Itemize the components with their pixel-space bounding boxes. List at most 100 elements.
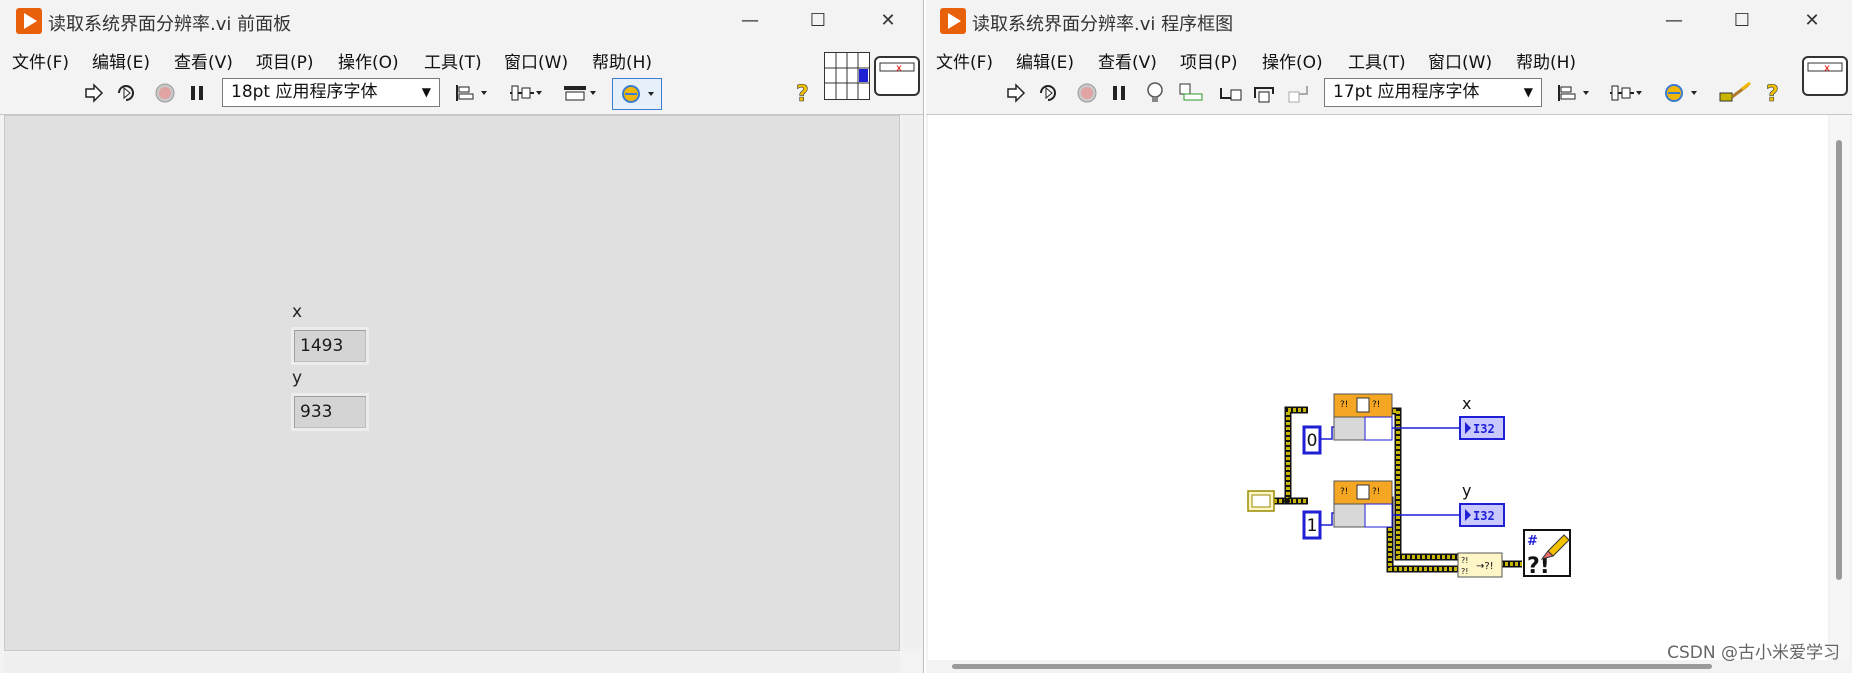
menu-file[interactable]: 文件(F) bbox=[936, 48, 993, 73]
menu-help[interactable]: 帮助(H) bbox=[1516, 48, 1576, 73]
run-arrow-icon[interactable] bbox=[82, 80, 106, 106]
app-refnum-constant[interactable] bbox=[1247, 490, 1275, 512]
highlight-execution-icon[interactable] bbox=[1142, 80, 1168, 106]
minimize-button[interactable]: — bbox=[1652, 4, 1696, 36]
merge-errors-node[interactable]: ?! ?! →?! bbox=[1457, 552, 1503, 578]
window-title: 读取系统界面分辨率.vi 前面板 bbox=[48, 14, 292, 35]
toolbar: 17pt 应用程序字体 ▼ ? bbox=[926, 74, 1852, 115]
indicator-y-label: y bbox=[292, 368, 303, 388]
menu-tools[interactable]: 工具(T) bbox=[424, 48, 482, 73]
node-glyph: ?! bbox=[1340, 487, 1348, 497]
chevron-down-icon: ▼ bbox=[1523, 85, 1533, 99]
svg-text:x: x bbox=[1824, 63, 1830, 74]
menu-view[interactable]: 查看(V) bbox=[1098, 48, 1157, 73]
error-handler-node[interactable]: # ?! bbox=[1523, 529, 1571, 579]
reorder-icon[interactable] bbox=[1658, 80, 1702, 106]
align-objects-icon[interactable] bbox=[1554, 80, 1594, 106]
menu-operate[interactable]: 操作(O) bbox=[1262, 48, 1323, 73]
maximize-button[interactable]: ☐ bbox=[796, 4, 840, 36]
help-icon[interactable]: ? bbox=[790, 80, 814, 106]
menu-window[interactable]: 窗口(W) bbox=[1428, 48, 1492, 73]
vi-icon[interactable]: x bbox=[1802, 56, 1848, 96]
font-select-value: 17pt 应用程序字体 bbox=[1333, 82, 1480, 102]
run-continuously-icon[interactable] bbox=[1036, 80, 1062, 106]
step-into-icon[interactable] bbox=[1216, 80, 1246, 106]
screen-resolution-node-x[interactable]: ?! ?! bbox=[1333, 393, 1393, 441]
menu-bar: 文件(F) 编辑(E) 查看(V) 项目(P) 操作(O) 工具(T) 窗口(W… bbox=[0, 44, 923, 74]
retain-wire-values-icon[interactable] bbox=[1176, 80, 1206, 106]
toolbar: 18pt 应用程序字体 ▼ ? bbox=[0, 74, 923, 115]
node-glyph: ?! bbox=[1340, 400, 1348, 410]
front-panel-canvas bbox=[4, 115, 900, 651]
window-title: 读取系统界面分辨率.vi 程序框图 bbox=[972, 14, 1234, 35]
wire-junction bbox=[1284, 498, 1290, 504]
svg-text:x: x bbox=[896, 63, 902, 74]
menu-tools[interactable]: 工具(T) bbox=[1348, 48, 1406, 73]
font-select[interactable]: 18pt 应用程序字体 ▼ bbox=[222, 78, 440, 107]
abort-icon[interactable] bbox=[1074, 80, 1100, 106]
menu-project[interactable]: 项目(P) bbox=[1180, 48, 1238, 73]
connector-pane-icon[interactable] bbox=[824, 52, 870, 100]
diagram-canvas: 0 1 ?! ?! ?! ?! x I32 y I32 ?! ?! →?! # … bbox=[928, 115, 1828, 660]
horizontal-scrollbar-thumb[interactable] bbox=[952, 664, 1712, 669]
svg-text:?: ? bbox=[1766, 82, 1779, 105]
block-diagram-svg: 0 1 ?! ?! ?! ?! x I32 y I32 ?! ?! →?! # … bbox=[1247, 393, 1571, 579]
node-glyph: ?! bbox=[1372, 487, 1380, 497]
clean-up-diagram-icon[interactable] bbox=[1718, 80, 1752, 106]
run-continuously-icon[interactable] bbox=[114, 80, 140, 106]
node-glyph: ?! bbox=[1461, 556, 1468, 565]
indicator-x[interactable]: 1493 bbox=[291, 327, 369, 365]
block-diagram-titlebar: 读取系统界面分辨率.vi 程序框图 — ☐ ✕ bbox=[926, 0, 1852, 44]
run-arrow-icon[interactable] bbox=[1004, 80, 1028, 106]
block-diagram-window: 读取系统界面分辨率.vi 程序框图 — ☐ ✕ 文件(F) 编辑(E) 查看(V… bbox=[926, 0, 1852, 673]
svg-text:?: ? bbox=[796, 82, 809, 105]
horizontal-scrollbar[interactable] bbox=[4, 652, 900, 673]
distribute-objects-icon[interactable] bbox=[506, 80, 546, 106]
menu-window[interactable]: 窗口(W) bbox=[504, 48, 568, 73]
align-objects-icon[interactable] bbox=[452, 80, 492, 106]
index-constant-1-text: 1 bbox=[1307, 516, 1318, 536]
screen-resolution-node-y[interactable]: ?! ?! bbox=[1333, 480, 1393, 528]
labview-app-icon bbox=[16, 8, 42, 34]
menu-help[interactable]: 帮助(H) bbox=[592, 48, 652, 73]
abort-icon[interactable] bbox=[152, 80, 178, 106]
help-icon[interactable]: ? bbox=[1760, 80, 1784, 106]
step-over-icon[interactable] bbox=[1250, 80, 1280, 106]
minimize-button[interactable]: — bbox=[728, 4, 772, 36]
step-out-icon[interactable] bbox=[1284, 80, 1314, 106]
labview-app-icon bbox=[940, 8, 966, 34]
resize-objects-icon[interactable] bbox=[560, 80, 600, 106]
close-button[interactable]: ✕ bbox=[1790, 4, 1834, 36]
menu-project[interactable]: 项目(P) bbox=[256, 48, 314, 73]
vertical-scrollbar[interactable] bbox=[902, 115, 922, 651]
terminal-x[interactable]: I32 bbox=[1459, 416, 1505, 440]
distribute-objects-icon[interactable] bbox=[1606, 80, 1646, 106]
pause-icon[interactable] bbox=[186, 80, 208, 106]
vertical-scrollbar-thumb[interactable] bbox=[1836, 140, 1842, 580]
font-select[interactable]: 17pt 应用程序字体 ▼ bbox=[1324, 78, 1542, 107]
menu-edit[interactable]: 编辑(E) bbox=[1016, 48, 1074, 73]
node-glyph: ?! bbox=[1461, 567, 1468, 576]
terminal-type: I32 bbox=[1473, 509, 1495, 523]
terminal-x-label: x bbox=[1462, 394, 1471, 413]
close-button[interactable]: ✕ bbox=[866, 4, 910, 36]
terminal-type: I32 bbox=[1473, 422, 1495, 436]
error-glyph: # bbox=[1527, 534, 1538, 549]
menu-file[interactable]: 文件(F) bbox=[12, 48, 69, 73]
menu-edit[interactable]: 编辑(E) bbox=[92, 48, 150, 73]
menu-view[interactable]: 查看(V) bbox=[174, 48, 233, 73]
front-panel-titlebar: 读取系统界面分辨率.vi 前面板 — ☐ ✕ bbox=[0, 0, 923, 44]
indicator-y[interactable]: 933 bbox=[291, 393, 369, 431]
font-select-value: 18pt 应用程序字体 bbox=[231, 82, 378, 102]
reorder-icon[interactable] bbox=[612, 78, 662, 110]
maximize-button[interactable]: ☐ bbox=[1720, 4, 1764, 36]
chevron-down-icon: ▼ bbox=[421, 85, 431, 99]
menu-operate[interactable]: 操作(O) bbox=[338, 48, 399, 73]
terminal-y-label: y bbox=[1462, 481, 1471, 500]
vi-icon[interactable]: x bbox=[874, 56, 920, 96]
terminal-y[interactable]: I32 bbox=[1459, 503, 1505, 527]
convert-glyph: →?! bbox=[1476, 561, 1494, 572]
watermark: CSDN @古小米爱学习 bbox=[1667, 643, 1840, 663]
front-panel-window: 读取系统界面分辨率.vi 前面板 — ☐ ✕ 文件(F) 编辑(E) 查看(V)… bbox=[0, 0, 924, 673]
pause-icon[interactable] bbox=[1108, 80, 1130, 106]
